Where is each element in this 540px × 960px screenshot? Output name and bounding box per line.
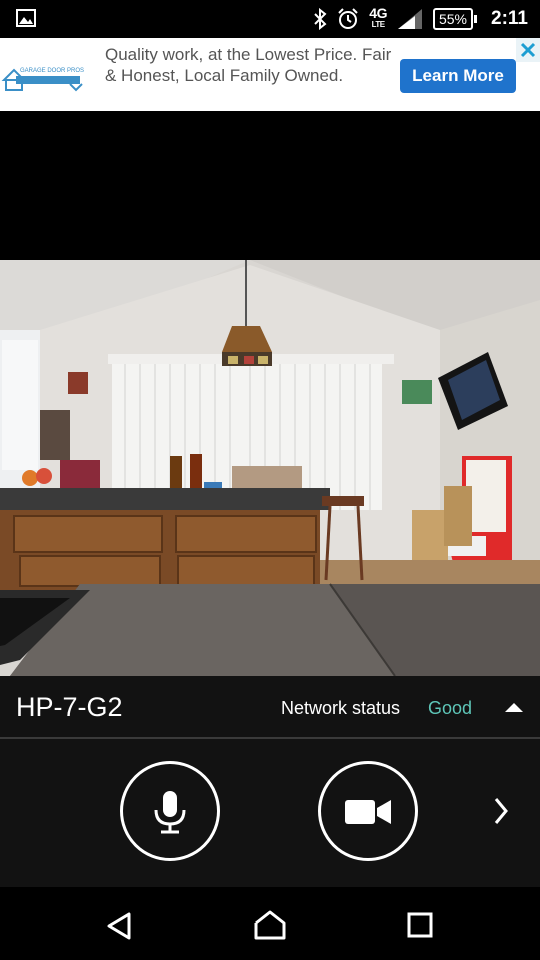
microphone-button[interactable] <box>120 761 220 861</box>
microphone-icon <box>154 791 186 834</box>
home-icon[interactable] <box>253 909 287 941</box>
ad-logo-text: GARAGE DOOR PROS <box>20 68 84 74</box>
alarm-icon <box>338 8 359 29</box>
camera-feed-image <box>0 260 540 676</box>
network-status-label: Network status <box>281 698 401 718</box>
camera-info-bar: HP-7-G2 Network status Good <box>0 676 540 739</box>
camera-live-view[interactable] <box>0 260 540 676</box>
ad-logo: GARAGE DOOR PROS <box>1 68 84 92</box>
ad-close-button[interactable] <box>516 38 540 62</box>
chevron-right-icon[interactable] <box>488 791 514 831</box>
ad-text: Quality work, at the Lowest Price. Fair … <box>105 45 392 85</box>
ad-banner[interactable]: GARAGE DOOR PROS Quality work, at the Lo… <box>0 38 540 111</box>
video-record-button[interactable] <box>318 761 418 861</box>
bluetooth-icon <box>314 8 327 30</box>
learn-more-button[interactable]: Learn More <box>400 59 516 93</box>
camera-controls <box>0 739 540 887</box>
navigation-bar <box>0 887 540 960</box>
network-status-value: Good <box>428 698 473 718</box>
back-icon[interactable] <box>105 911 135 941</box>
gallery-notification-icon <box>16 9 36 27</box>
network-type-indicator: 4G LTE <box>369 5 387 29</box>
battery-indicator: 55% <box>432 8 478 30</box>
recents-icon[interactable] <box>406 911 434 939</box>
video-camera-icon <box>345 800 391 824</box>
status-bar: 4G LTE 55% 2:11 <box>0 0 540 38</box>
collapse-arrow-icon[interactable] <box>500 698 528 716</box>
clock: 2:11 <box>491 8 528 29</box>
close-icon <box>520 42 536 58</box>
signal-strength-icon <box>397 9 422 29</box>
camera-name: HP-7-G2 <box>16 692 123 722</box>
